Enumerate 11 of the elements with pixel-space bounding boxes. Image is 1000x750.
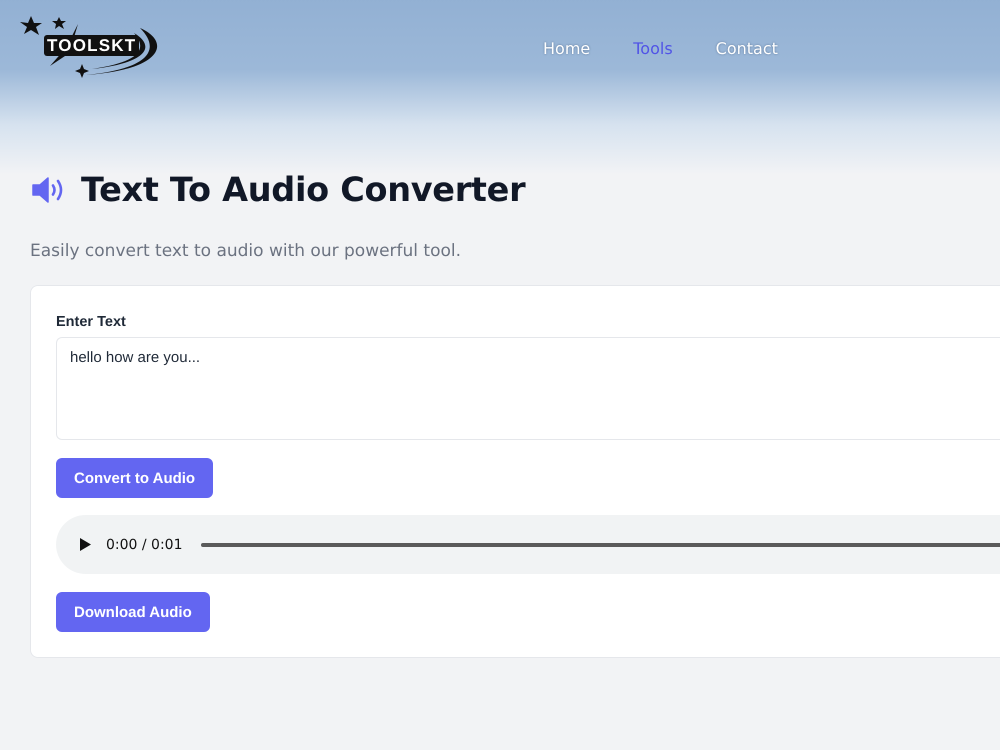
time-display: 0:00 / 0:01: [106, 536, 182, 552]
play-icon[interactable]: [80, 538, 91, 551]
logo-text[interactable]: TOOLSKT: [44, 35, 140, 56]
text-input[interactable]: hello how are you...: [56, 337, 1000, 440]
download-button[interactable]: Download Audio: [56, 592, 210, 632]
progress-track[interactable]: [200, 542, 1000, 546]
convert-button[interactable]: Convert to Audio: [56, 458, 214, 498]
page-subtitle: Easily convert text to audio with our powerful tool.: [30, 240, 462, 263]
page-title: Text To Audio Converter: [81, 169, 526, 211]
field-label: Enter Text: [56, 313, 126, 331]
nav-link[interactable]: Tools: [633, 38, 673, 58]
